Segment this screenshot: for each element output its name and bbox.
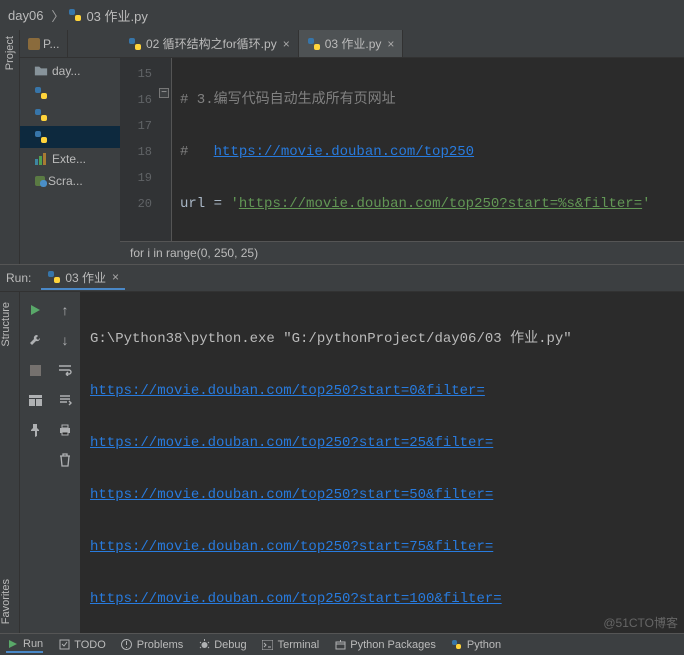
code-var: url	[180, 196, 205, 212]
run-title: Run:	[6, 271, 31, 285]
console-link[interactable]: https://movie.douban.com/top250?start=50…	[90, 487, 493, 503]
down-arrow-icon[interactable]: ↓	[55, 328, 75, 352]
run-tab-label: 03 作业	[65, 269, 106, 286]
bug-icon	[197, 638, 211, 652]
console-link[interactable]: https://movie.douban.com/top250?start=0&…	[90, 383, 485, 399]
run-button-column-1	[20, 292, 50, 634]
run-header: Run: 03 作业 ×	[0, 264, 684, 292]
code-link[interactable]: https://movie.douban.com/top250?start=%s…	[239, 196, 642, 212]
bottom-run[interactable]: Run	[6, 637, 43, 653]
up-arrow-icon[interactable]: ↑	[55, 298, 75, 322]
tree-label: Exte...	[52, 152, 86, 166]
tab-label: 03 作业.py	[325, 35, 382, 52]
code-link[interactable]: https://movie.douban.com/top250	[214, 144, 474, 160]
soft-wrap-icon[interactable]	[55, 358, 75, 382]
bottom-label: Python	[467, 639, 501, 651]
console-link[interactable]: https://movie.douban.com/top250?start=75…	[90, 539, 493, 555]
left-tool-rail-2: Structure Favorites	[0, 292, 20, 634]
tree-label: Scra...	[48, 174, 83, 188]
structure-tool-button[interactable]: Structure	[0, 296, 19, 353]
trash-icon[interactable]	[55, 448, 75, 472]
tab-label: 02 循环结构之for循环.py	[146, 35, 277, 52]
python-file-icon	[68, 8, 82, 22]
close-icon[interactable]: ×	[112, 270, 119, 284]
line-number: 15	[120, 61, 152, 87]
console-link[interactable]: https://movie.douban.com/top250?start=10…	[90, 591, 502, 607]
line-number: 17	[120, 113, 152, 139]
run-button-column-2: ↑ ↓	[50, 292, 80, 634]
chevron-icon: 〉	[51, 6, 64, 25]
run-tab[interactable]: 03 作业 ×	[41, 267, 125, 290]
print-icon[interactable]	[55, 418, 75, 442]
bottom-label: TODO	[74, 639, 106, 651]
tree-scratches[interactable]: Scra...	[20, 170, 120, 192]
code-comment: # 3.编写代码自动生成所有页网址	[180, 92, 396, 108]
bottom-console[interactable]: Python	[450, 638, 501, 652]
project-pane: P... day... Exte... Scra...	[20, 30, 120, 264]
fold-gutter[interactable]: −	[158, 58, 172, 241]
terminal-icon	[261, 638, 275, 652]
project-tab-1-label: P...	[43, 37, 59, 51]
code-str: '	[230, 196, 238, 212]
console-link[interactable]: https://movie.douban.com/top250?start=25…	[90, 435, 493, 451]
editor-tab[interactable]: 02 循环结构之for循环.py ×	[120, 30, 299, 57]
packages-icon	[333, 638, 347, 652]
bottom-problems[interactable]: Problems	[120, 638, 183, 652]
editor-crumb-bar[interactable]: for i in range(0, 250, 25)	[120, 241, 684, 264]
wrench-icon[interactable]	[25, 328, 45, 352]
code-str: '	[642, 196, 650, 212]
breadcrumb: day06 〉 03 作业.py	[0, 0, 684, 30]
close-icon[interactable]: ×	[283, 37, 290, 51]
bottom-label: Problems	[137, 639, 183, 651]
run-icon[interactable]	[25, 298, 45, 322]
project-tab-1[interactable]: P...	[20, 30, 68, 57]
watermark: @51CTO博客	[603, 614, 678, 631]
editor-tabs: 02 循环结构之for循环.py × 03 作业.py ×	[120, 30, 684, 58]
bottom-debug[interactable]: Debug	[197, 638, 246, 652]
bottom-label: Terminal	[278, 639, 320, 651]
play-icon	[6, 637, 20, 651]
code-area[interactable]: # 3.编写代码自动生成所有页网址 # https://movie.douban…	[172, 58, 684, 241]
bottom-packages[interactable]: Python Packages	[333, 638, 436, 652]
bottom-terminal[interactable]: Terminal	[261, 638, 320, 652]
code-comment: #	[180, 144, 214, 160]
tree-external[interactable]: Exte...	[20, 148, 120, 170]
editor-tab-active[interactable]: 03 作业.py ×	[299, 30, 404, 57]
tree-folder[interactable]: day...	[20, 60, 120, 82]
close-icon[interactable]: ×	[387, 37, 394, 51]
project-tool-button[interactable]: Project	[4, 30, 16, 76]
bottom-label: Python Packages	[350, 639, 436, 651]
bottom-label: Run	[23, 638, 43, 650]
line-number: 18	[120, 139, 152, 165]
tree-label: day...	[52, 64, 80, 78]
tree-file[interactable]	[20, 104, 120, 126]
tree-file-selected[interactable]	[20, 126, 120, 148]
python-icon	[450, 638, 464, 652]
pin-icon[interactable]	[25, 418, 45, 442]
warning-icon	[120, 638, 134, 652]
line-number: 19	[120, 165, 152, 191]
stop-icon[interactable]	[25, 358, 45, 382]
project-tree[interactable]: day... Exte... Scra...	[20, 58, 120, 192]
console-output[interactable]: G:\Python38\python.exe "G:/pythonProject…	[80, 292, 684, 634]
layout-icon[interactable]	[25, 388, 45, 412]
fold-icon[interactable]: −	[159, 88, 169, 98]
scroll-end-icon[interactable]	[55, 388, 75, 412]
tree-file[interactable]	[20, 82, 120, 104]
left-tool-rail: Project	[0, 30, 20, 264]
bottom-label: Debug	[214, 639, 246, 651]
bottom-toolbar: Run TODO Problems Debug Terminal Python …	[0, 633, 684, 655]
line-gutter[interactable]: 15 16 17 18 19 20	[120, 58, 158, 241]
breadcrumb-folder[interactable]: day06	[8, 8, 43, 23]
breadcrumb-file[interactable]: 03 作业.py	[86, 6, 147, 25]
editor-pane: 02 循环结构之for循环.py × 03 作业.py × 15 16 17 1…	[120, 30, 684, 264]
favorites-tool-button[interactable]: Favorites	[0, 573, 19, 630]
console-cmd: G:\Python38\python.exe "G:/pythonProject…	[90, 326, 674, 352]
line-number: 16	[120, 87, 152, 113]
bottom-todo[interactable]: TODO	[57, 638, 106, 652]
line-number: 20	[120, 191, 152, 217]
todo-icon	[57, 638, 71, 652]
